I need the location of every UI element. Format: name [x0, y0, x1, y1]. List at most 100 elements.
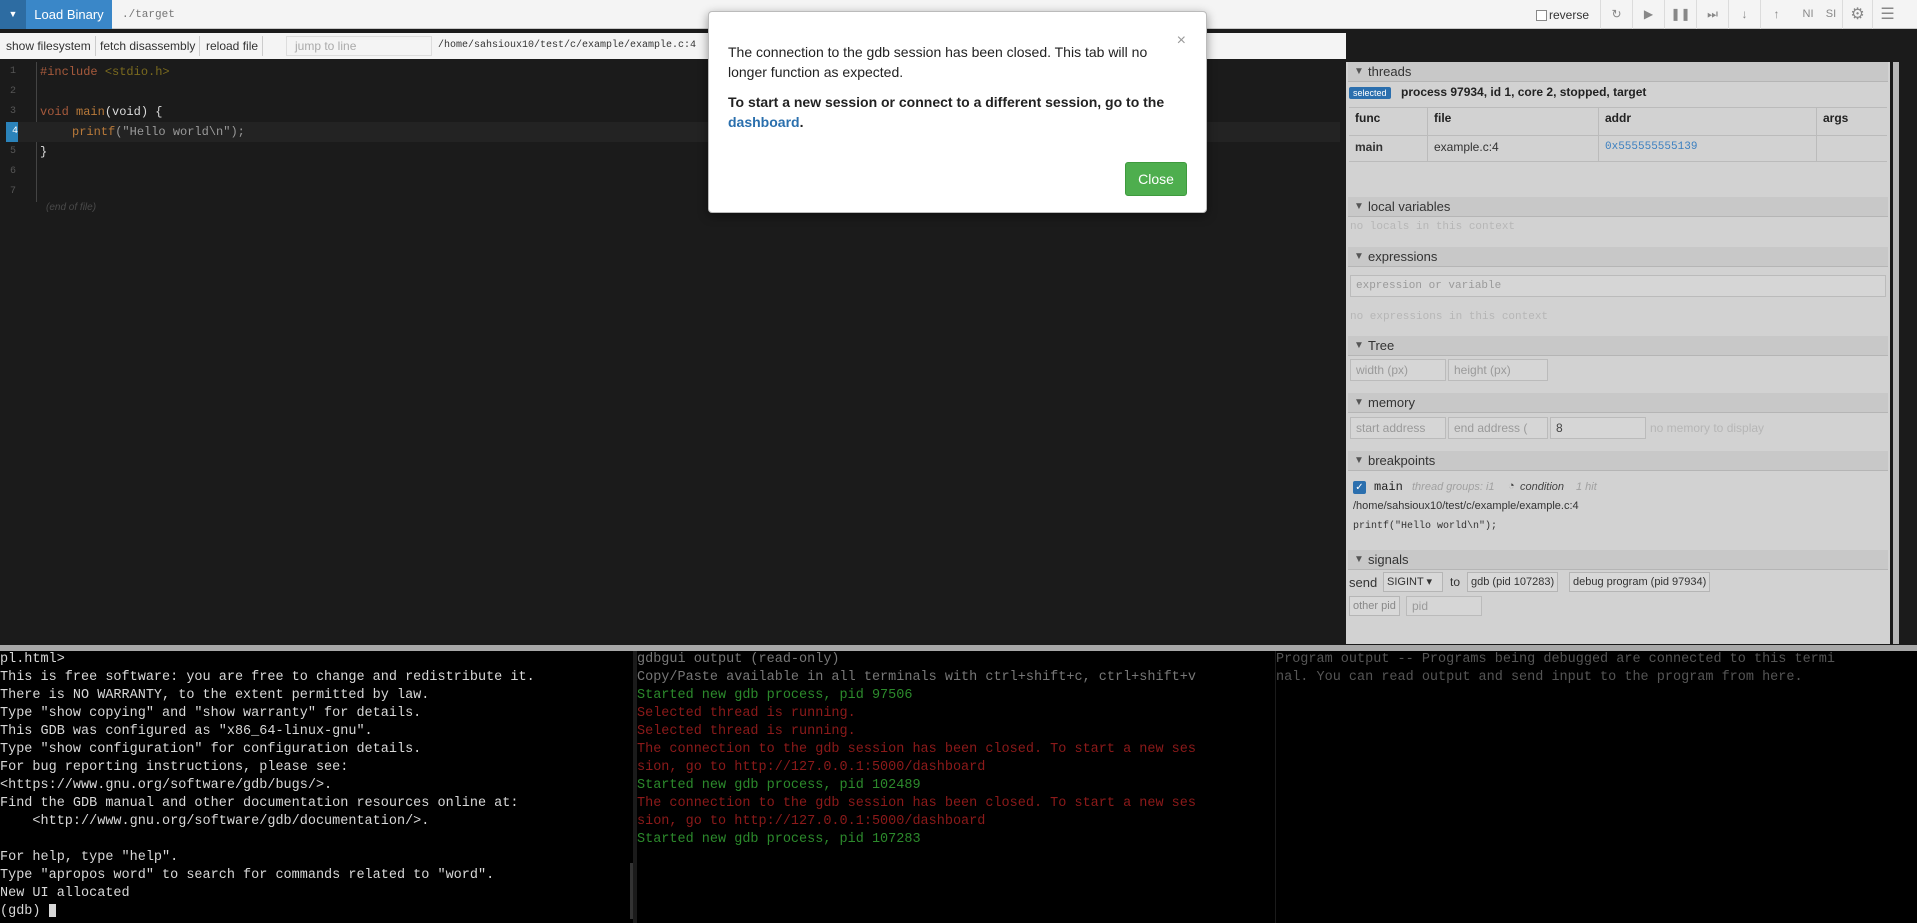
column-header-file: file — [1427, 107, 1598, 135]
memory-start-input[interactable]: start address — [1350, 417, 1446, 439]
terminal-line: Started new gdb process, pid 97506 — [637, 688, 913, 703]
chevron-down-icon: ▼ — [1354, 455, 1364, 466]
restart-icon[interactable]: ↻ — [1600, 0, 1632, 29]
line-number[interactable]: 2 — [6, 82, 16, 102]
gdb-terminal[interactable]: pl.html> This is free software: you are … — [0, 651, 633, 923]
gdbgui-output-terminal[interactable]: gdbgui output (read-only) Copy/Paste ava… — [637, 651, 1275, 923]
chevron-down-icon: ▼ — [1354, 397, 1364, 408]
session-closed-modal: × The connection to the gdb session has … — [708, 11, 1207, 213]
line-number[interactable]: 6 — [6, 162, 16, 182]
terminal-line: nal. You can read output and send input … — [1276, 670, 1803, 685]
step-instruction-button[interactable]: SI — [1820, 3, 1842, 32]
next-instruction-button[interactable]: NI — [1797, 3, 1819, 32]
no-expressions-message: no expressions in this context — [1350, 311, 1549, 323]
gear-icon[interactable]: ⚙ — [1842, 0, 1872, 29]
line-number-active[interactable]: 4 — [6, 122, 18, 142]
process-info[interactable]: process 97934, id 1, core 2, stopped, ta… — [1401, 85, 1646, 99]
terminal-line: For help, type "help". — [0, 850, 179, 865]
breakpoints-header[interactable]: ▼ breakpoints — [1348, 451, 1888, 471]
pause-icon[interactable]: ❚❚ — [1664, 0, 1696, 29]
frame-addr-link[interactable]: 0x555555555139 — [1598, 136, 1816, 161]
breakpoint-enabled-checkbox[interactable]: ✓ — [1353, 481, 1366, 494]
line-number[interactable]: 5 — [6, 142, 16, 162]
memory-header[interactable]: ▼ memory — [1348, 393, 1888, 413]
chevron-down-icon: ▼ — [1354, 251, 1364, 262]
other-pid-input[interactable]: pid — [1406, 596, 1482, 616]
code-text: #include <stdio.h> — [40, 62, 170, 82]
section-title: breakpoints — [1368, 453, 1436, 468]
modal-instruction: To start a new session or connect to a d… — [728, 92, 1188, 132]
tree-width-input[interactable]: width (px) — [1350, 359, 1446, 381]
expression-input[interactable]: expression or variable — [1350, 275, 1886, 297]
terminal-line: Type "show copying" and "show warranty" … — [0, 706, 422, 721]
section-title: memory — [1368, 395, 1415, 410]
close-button[interactable]: Close — [1125, 162, 1187, 196]
send-label: send — [1349, 575, 1378, 590]
breakpoint-func[interactable]: main — [1374, 480, 1403, 494]
expressions-header[interactable]: ▼ expressions — [1348, 247, 1888, 267]
continue-icon[interactable]: ▶ — [1632, 0, 1664, 29]
tree-height-input[interactable]: height (px) — [1448, 359, 1548, 381]
frame-args — [1816, 136, 1887, 161]
signal-value: SIGINT — [1387, 576, 1424, 588]
close-icon[interactable]: × — [1177, 32, 1186, 50]
terminal-line: The connection to the gdb session has be… — [637, 742, 1196, 757]
gdb-pid-button[interactable]: gdb (pid 107283) — [1467, 572, 1559, 592]
fetch-disassembly-button[interactable]: fetch disassembly — [96, 36, 201, 56]
other-pid-button[interactable]: other pid — [1349, 596, 1400, 616]
memory-lines-input[interactable]: 8 — [1550, 417, 1646, 439]
next-icon[interactable]: ⏭ — [1696, 0, 1728, 29]
params: (void) { — [104, 105, 163, 119]
threads-header[interactable]: ▼ threads — [1348, 62, 1888, 82]
terminal-line: The connection to the gdb session has be… — [637, 796, 1196, 811]
dashboard-link[interactable]: dashboard — [728, 114, 800, 130]
frame-file[interactable]: example.c:4 — [1427, 136, 1598, 161]
debug-program-button[interactable]: debug program (pid 97934) — [1569, 572, 1711, 592]
terminal-hint: Copy/Paste available in all terminals wi… — [637, 670, 1196, 685]
condition-icon[interactable]: ◔ — [1508, 480, 1515, 492]
line-number[interactable]: 1 — [6, 62, 16, 82]
program-output-terminal[interactable]: Program output -- Programs being debugge… — [1276, 651, 1917, 923]
show-filesystem-button[interactable]: show filesystem — [2, 36, 96, 56]
terminal-line: Program output -- Programs being debugge… — [1276, 652, 1835, 667]
terminal-line: Started new gdb process, pid 102489 — [637, 778, 921, 793]
tree-header[interactable]: ▼ Tree — [1348, 336, 1888, 356]
signals-header[interactable]: ▼ signals — [1348, 550, 1888, 570]
jump-to-line-input[interactable]: jump to line — [286, 36, 432, 56]
current-file-path: /home/sahsioux10/test/c/example/example.… — [438, 40, 697, 51]
step-out-icon[interactable]: ↑ — [1760, 0, 1792, 29]
signal-select[interactable]: SIGINT ▾ — [1383, 572, 1443, 592]
terminal-scrollbar[interactable] — [630, 863, 633, 919]
keyword: void — [40, 105, 69, 119]
line-number[interactable]: 7 — [6, 182, 16, 202]
step-into-icon[interactable]: ↓ — [1728, 0, 1760, 29]
reverse-checkbox[interactable] — [1536, 9, 1547, 21]
section-title: Tree — [1368, 338, 1395, 353]
terminal-line: sion, go to http://127.0.0.1:5000/dashbo… — [637, 760, 986, 775]
terminal-line: Type "apropos word" to search for comman… — [0, 868, 495, 883]
load-binary-button[interactable]: Load Binary — [26, 0, 112, 29]
line-number[interactable]: 3 — [6, 102, 16, 122]
selected-badge: selected — [1349, 87, 1391, 99]
menu-icon[interactable]: ☰ — [1872, 0, 1902, 29]
frame-func[interactable]: main — [1349, 136, 1427, 161]
local-variables-header[interactable]: ▼ local variables — [1348, 197, 1888, 217]
code-text: printf("Hello world\n"); — [72, 122, 245, 142]
memory-end-input[interactable]: end address ( — [1448, 417, 1548, 439]
reverse-toggle[interactable]: reverse — [1536, 8, 1589, 22]
right-panel-scrollbar[interactable] — [1893, 62, 1899, 644]
include-target: <stdio.h> — [104, 65, 170, 79]
dropdown-caret-icon[interactable]: ▼ — [0, 0, 26, 29]
terminal-line: Selected thread is running. — [637, 724, 856, 739]
breakpoint-condition-link[interactable]: condition — [1520, 481, 1564, 493]
reload-file-button[interactable]: reload file — [202, 36, 264, 56]
breakpoint-path[interactable]: /home/sahsioux10/test/c/example/example.… — [1353, 500, 1579, 512]
function-name: main — [76, 105, 105, 119]
terminal-line: There is NO WARRANTY, to the extent perm… — [0, 688, 430, 703]
section-title: local variables — [1368, 199, 1451, 214]
section-title: expressions — [1368, 249, 1438, 264]
breakpoint-source: printf("Hello world\n"); — [1353, 521, 1498, 532]
terminal-line: This GDB was configured as "x86_64-linux… — [0, 724, 373, 739]
gdb-prompt-line[interactable]: (gdb) — [0, 903, 56, 921]
chevron-down-icon: ▼ — [1354, 340, 1364, 351]
